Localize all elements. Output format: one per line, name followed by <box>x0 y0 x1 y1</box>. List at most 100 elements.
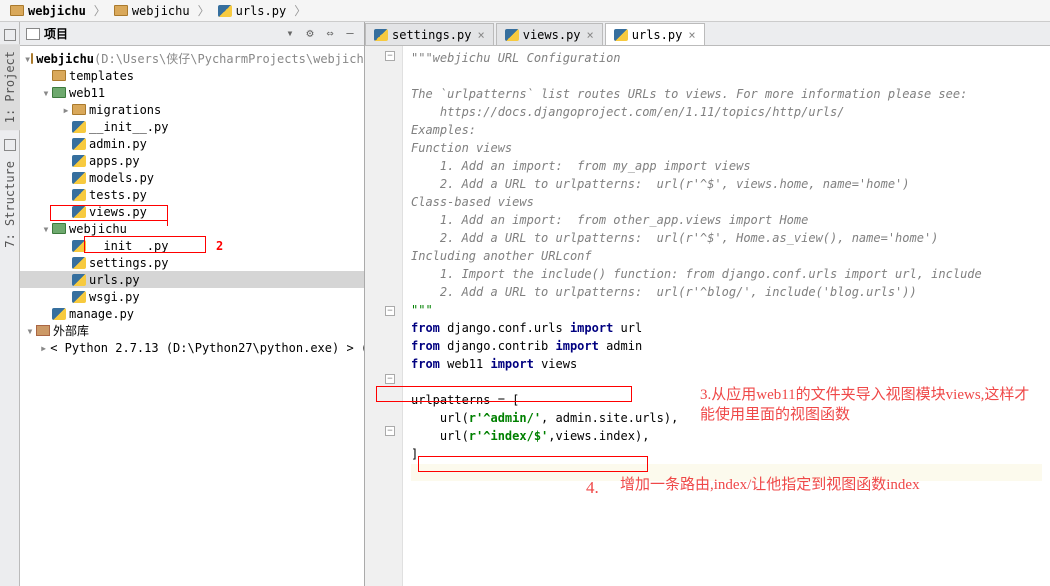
project-tool-tab[interactable]: 1: Project <box>0 44 20 130</box>
tab-views[interactable]: views.py× <box>496 23 603 45</box>
python-icon <box>72 291 86 303</box>
expand-toggle[interactable]: ▾ <box>40 222 52 236</box>
tab-label: urls.py <box>632 28 683 42</box>
python-icon <box>72 240 86 252</box>
tree-label: migrations <box>89 103 161 117</box>
code-line: url(r'^admin/', admin.site.urls), <box>411 411 678 425</box>
project-panel: 项目 ▾ ⚙ ⇔ — ▾webjichu (D:\Users\侠仔\Pychar… <box>20 22 365 586</box>
code-line: from django.conf.urls import url <box>411 321 642 335</box>
fold-toggle[interactable]: − <box>385 426 395 436</box>
tree-root[interactable]: ▾webjichu (D:\Users\侠仔\PycharmProjects\w… <box>20 50 364 67</box>
code-editor[interactable]: − − − − """webjichu URL Configuration Th… <box>365 46 1050 586</box>
tab-settings[interactable]: settings.py × <box>365 23 494 45</box>
expand-toggle[interactable]: ▸ <box>60 103 72 117</box>
code-line: Class-based views <box>411 195 534 209</box>
tree-file[interactable]: apps.py <box>20 152 364 169</box>
breadcrumb-folder[interactable]: webjichu <box>108 2 196 20</box>
fold-toggle[interactable]: − <box>385 374 395 384</box>
tree-file[interactable]: views.py <box>20 203 364 220</box>
project-panel-title: 项目 <box>44 25 278 42</box>
django-folder-icon <box>52 87 66 98</box>
code-content[interactable]: """webjichu URL Configuration The `urlpa… <box>403 46 1050 586</box>
code-line: from web11 import views <box>411 357 577 371</box>
tab-label: settings.py <box>392 28 471 42</box>
tree-file[interactable]: tests.py <box>20 186 364 203</box>
close-icon[interactable]: × <box>477 28 484 42</box>
structure-tool-tab[interactable]: 7: Structure <box>0 154 20 255</box>
breadcrumb-label: webjichu <box>28 4 86 18</box>
tree-label: models.py <box>89 171 154 185</box>
tree-label: web11 <box>69 86 105 100</box>
fold-toggle[interactable]: − <box>385 306 395 316</box>
expand-toggle[interactable]: ▾ <box>40 86 52 100</box>
close-icon[interactable]: × <box>688 28 695 42</box>
code-line: 1. Add an import: from other_app.views i… <box>411 213 808 227</box>
folder-icon <box>114 5 128 16</box>
hide-button[interactable]: — <box>342 26 358 42</box>
code-line: 1. Add an import: from my_app import vie… <box>411 159 751 173</box>
code-line: 2. Add a URL to urlpatterns: url(r'^$', … <box>411 231 938 245</box>
expand-toggle[interactable]: ▾ <box>24 52 31 66</box>
tree-label: 外部库 <box>53 322 89 339</box>
project-tree[interactable]: ▾webjichu (D:\Users\侠仔\PycharmProjects\w… <box>20 46 364 586</box>
library-icon <box>36 325 50 336</box>
tree-folder-webjichu[interactable]: ▾webjichu <box>20 220 364 237</box>
tree-label: __init__.py <box>89 239 168 253</box>
editor-gutter[interactable]: − − − − <box>365 46 403 586</box>
chevron-right-icon: 〉 <box>292 2 308 19</box>
tree-file[interactable]: __init__.py <box>20 237 364 254</box>
tree-python-sdk[interactable]: ▸< Python 2.7.13 (D:\Python27\python.exe… <box>20 339 364 356</box>
tree-file[interactable]: __init__.py <box>20 118 364 135</box>
tree-folder-templates[interactable]: templates <box>20 67 364 84</box>
breadcrumb-root[interactable]: webjichu <box>4 2 92 20</box>
chevron-right-icon: 〉 <box>196 2 212 19</box>
code-line: url(r'^index/$',views.index), <box>411 429 649 443</box>
code-line: Including another URLconf <box>411 249 592 263</box>
python-icon <box>72 121 86 133</box>
python-icon <box>72 155 86 167</box>
split-icon[interactable]: ⇔ <box>322 26 338 42</box>
code-line: Function views <box>411 141 512 155</box>
close-icon[interactable]: × <box>587 28 594 42</box>
code-line: Examples: <box>411 123 476 137</box>
code-line: The `urlpatterns` list routes URLs to vi… <box>411 87 967 101</box>
tree-external-libs[interactable]: ▾ 外部库 <box>20 322 364 339</box>
folder-icon <box>72 104 86 115</box>
tree-label: apps.py <box>89 154 140 168</box>
code-line: ] <box>411 447 418 461</box>
tree-folder-migrations[interactable]: ▸ migrations <box>20 101 364 118</box>
collapse-button[interactable]: ▾ <box>282 26 298 42</box>
tree-file[interactable]: models.py <box>20 169 364 186</box>
tree-file-urls[interactable]: urls.py <box>20 271 364 288</box>
breadcrumb-label: webjichu <box>132 4 190 18</box>
tree-label: manage.py <box>69 307 134 321</box>
tree-file[interactable]: settings.py <box>20 254 364 271</box>
python-icon <box>72 172 86 184</box>
code-line: """ <box>411 303 433 317</box>
tree-label: < Python 2.7.13 (D:\Python27\python.exe)… <box>50 341 364 355</box>
tree-file[interactable]: admin.py <box>20 135 364 152</box>
chevron-right-icon: 〉 <box>92 2 108 19</box>
tree-file[interactable]: wsgi.py <box>20 288 364 305</box>
settings-gear-icon[interactable]: ⚙ <box>302 26 318 42</box>
python-icon <box>72 189 86 201</box>
breadcrumb-file[interactable]: urls.py <box>212 2 293 20</box>
tree-file[interactable]: manage.py <box>20 305 364 322</box>
folder-icon <box>31 53 33 64</box>
project-tool-icon[interactable] <box>4 29 16 41</box>
expand-toggle[interactable]: ▾ <box>24 324 36 338</box>
folder-icon <box>10 5 24 16</box>
expand-toggle[interactable]: ▸ <box>40 341 47 355</box>
editor-tabs: settings.py × views.py× urls.py × <box>365 22 1050 46</box>
tree-folder-web11[interactable]: ▾ web11 <box>20 84 364 101</box>
structure-tool-icon[interactable] <box>4 139 16 151</box>
tree-label: webjichu <box>36 52 94 66</box>
code-line: 1. Import the include() function: from d… <box>411 267 982 281</box>
tab-urls[interactable]: urls.py × <box>605 23 705 45</box>
tree-label: __init__.py <box>89 120 168 134</box>
code-line: urlpatterns = [ <box>411 393 519 407</box>
breadcrumb-label: urls.py <box>236 4 287 18</box>
fold-toggle[interactable]: − <box>385 51 395 61</box>
tree-label: urls.py <box>89 273 140 287</box>
python-icon <box>52 308 66 320</box>
